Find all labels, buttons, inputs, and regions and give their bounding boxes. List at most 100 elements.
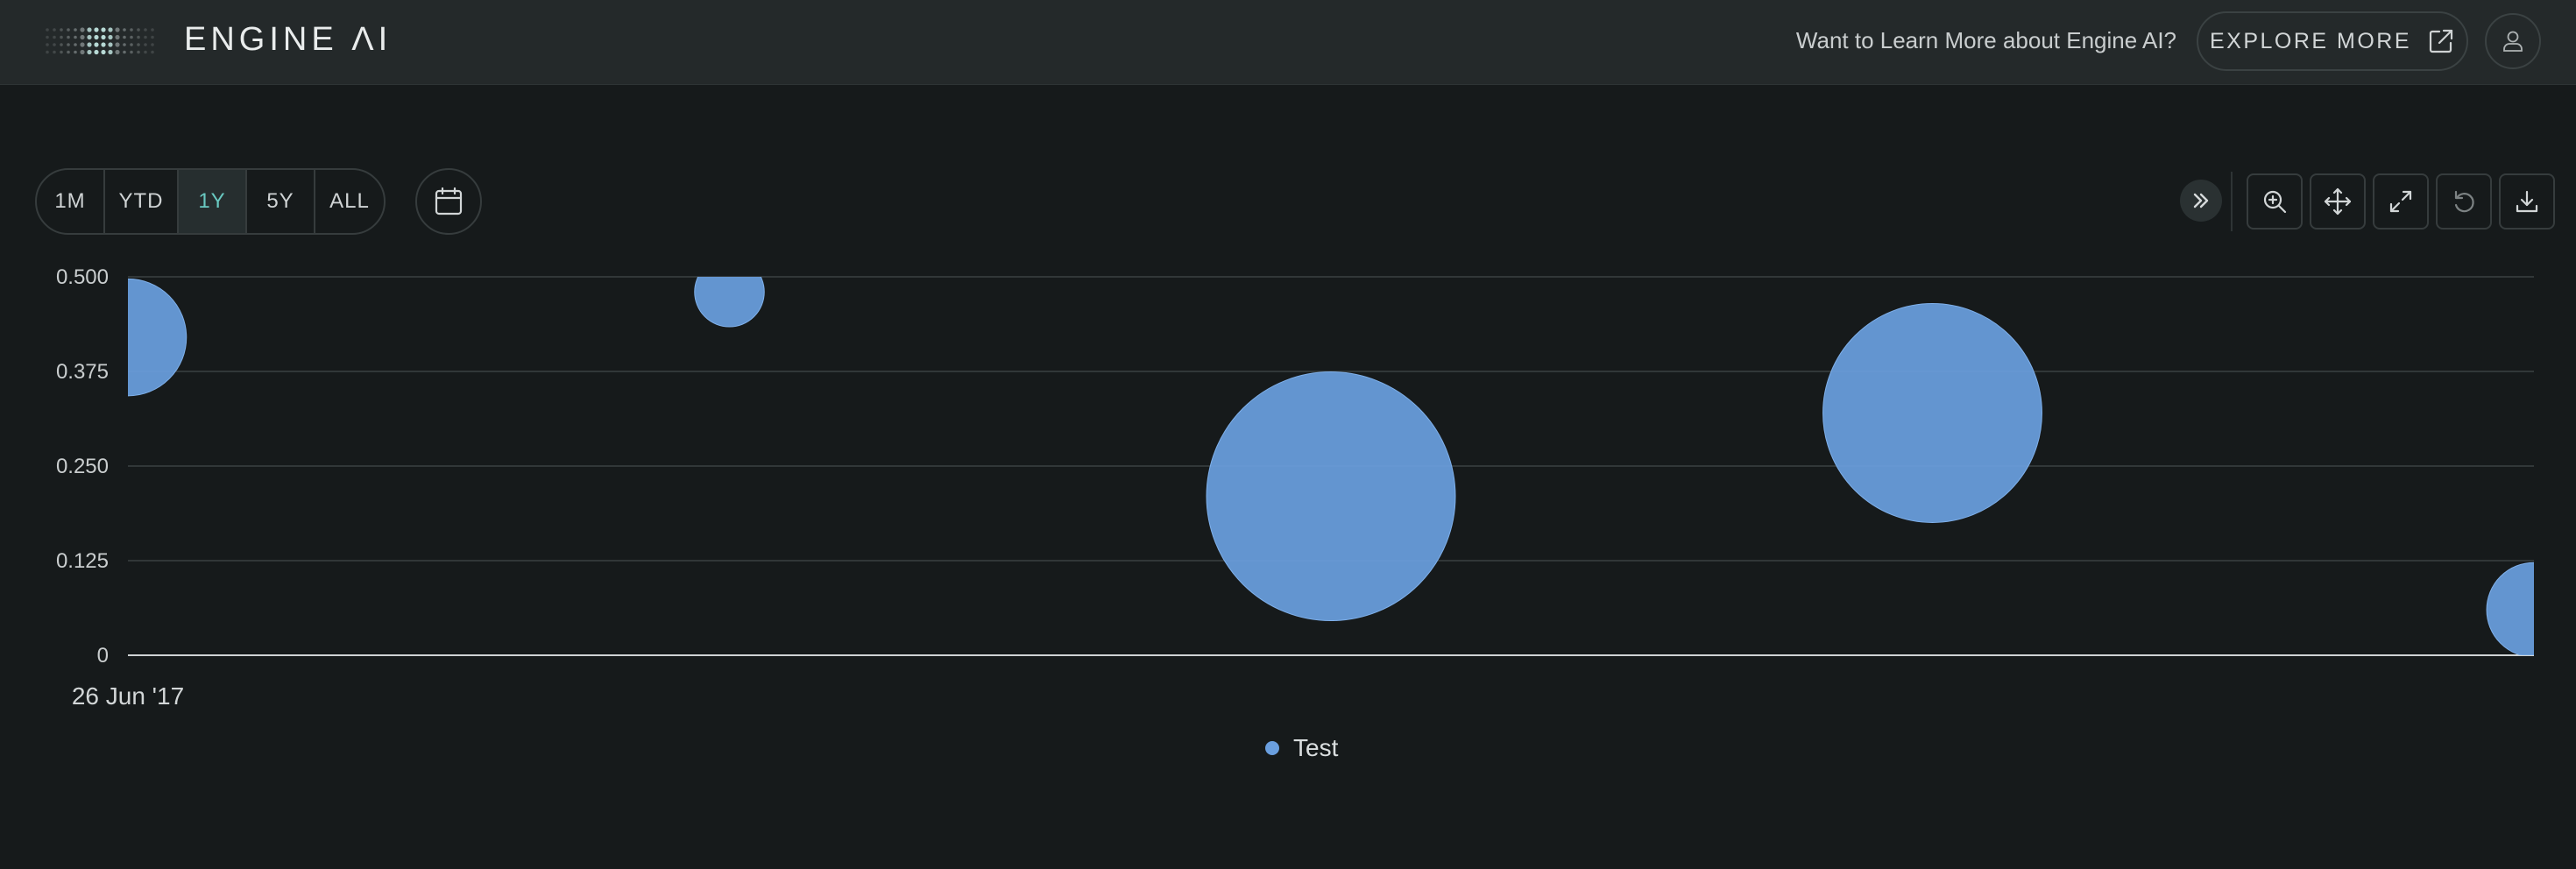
logo-dot	[115, 42, 120, 47]
logo-dot	[74, 43, 77, 46]
logo-dot	[80, 34, 85, 40]
logo-dot	[80, 27, 85, 32]
top-bar: ENGINE ΛI Want to Learn More about Engin…	[0, 0, 2576, 85]
logo-dot	[130, 43, 133, 46]
logo-dot	[87, 34, 92, 40]
logo-dot	[115, 27, 120, 32]
undo-icon	[2454, 190, 2474, 213]
logo-dot	[144, 28, 147, 32]
range-5y-button[interactable]: 5Y	[247, 170, 315, 233]
logo-dot	[151, 35, 154, 39]
data-bubble[interactable]	[2486, 562, 2576, 657]
logo-dot	[123, 35, 126, 39]
logo-dot	[53, 35, 56, 39]
legend-label-test: Test	[1293, 734, 1339, 761]
logo-dot	[46, 28, 49, 32]
logo-dot	[137, 43, 140, 46]
move-icon	[2324, 187, 2352, 215]
logo-dot	[108, 27, 113, 32]
y-tick-label: 0.125	[56, 549, 109, 573]
logo-dot	[151, 43, 154, 46]
logo-dot	[115, 34, 120, 40]
calendar-icon	[435, 187, 463, 215]
logo-dot	[101, 49, 106, 55]
logo-dot	[137, 50, 140, 54]
logo-dot	[87, 27, 92, 32]
logo-dot	[108, 42, 113, 47]
logo-dot	[108, 34, 113, 40]
logo-dot	[53, 28, 56, 32]
x-tick-label: 26 Jun '17	[72, 682, 184, 710]
learn-more-text: Want to Learn More about Engine AI?	[1795, 27, 2176, 53]
logo-dot	[74, 50, 77, 54]
toolbar-divider	[2231, 172, 2233, 231]
zoom-in-icon	[2263, 190, 2287, 214]
time-range-selector: 1M YTD 1Y 5Y ALL	[35, 168, 386, 235]
logo-dot	[123, 28, 126, 32]
logo-dot	[53, 50, 56, 54]
chart-legend[interactable]: Test	[1265, 734, 1338, 762]
range-ytd-button[interactable]: YTD	[105, 170, 179, 233]
logo-dot	[137, 35, 140, 39]
expand-toolbar-button[interactable]	[2180, 180, 2222, 222]
logo-dot	[101, 27, 106, 32]
logo-dot	[67, 50, 70, 54]
range-all-button[interactable]: ALL	[315, 170, 384, 233]
logo-dot	[60, 35, 63, 39]
logo-dot	[94, 42, 99, 47]
logo-dot	[60, 28, 63, 32]
reset-button[interactable]	[2436, 173, 2492, 230]
logo-dot	[108, 49, 113, 55]
download-icon	[2516, 190, 2538, 213]
logo-dot	[130, 28, 133, 32]
y-tick-label: 0.250	[56, 455, 109, 478]
legend-dot-test	[1265, 741, 1279, 755]
logo-dot	[94, 49, 99, 55]
logo-dot	[46, 50, 49, 54]
logo-dot	[123, 50, 126, 54]
logo-dot	[74, 35, 77, 39]
data-bubble[interactable]	[1822, 303, 2042, 523]
logo-dot	[67, 28, 70, 32]
logo-dot	[130, 50, 133, 54]
logo-dot	[151, 28, 154, 32]
logo-dot	[101, 42, 106, 47]
logo-dot	[94, 34, 99, 40]
data-bubble[interactable]	[1206, 371, 1456, 622]
logo-dot	[46, 35, 49, 39]
bubble-series	[128, 258, 2576, 657]
logo-dot	[87, 42, 92, 47]
user-avatar-button[interactable]	[2485, 13, 2541, 69]
logo-dot	[67, 35, 70, 39]
logo-dots-icon	[46, 27, 154, 55]
bubble-chart: 0.500 0.375 0.250 0.125 0 26 Jun '17	[56, 258, 2576, 710]
logo-dot	[60, 43, 63, 46]
logo-dot	[130, 35, 133, 39]
logo-dot	[144, 43, 147, 46]
logo-dot	[80, 49, 85, 55]
expand-diagonal-icon	[2389, 190, 2412, 213]
zoom-button[interactable]	[2247, 173, 2303, 230]
logo-text: ENGINE ΛI	[184, 21, 393, 58]
y-tick-label: 0	[97, 644, 109, 668]
explore-more-button[interactable]: EXPLORE MORE	[2197, 11, 2468, 71]
logo-dot	[115, 49, 120, 55]
range-1m-button[interactable]: 1M	[37, 170, 105, 233]
logo-dot	[144, 50, 147, 54]
logo-dot	[151, 50, 154, 54]
logo-dot	[101, 34, 106, 40]
date-picker-button[interactable]	[415, 168, 482, 235]
logo-dot	[137, 28, 140, 32]
logo-dot	[46, 43, 49, 46]
logo-dot	[80, 42, 85, 47]
external-link-icon	[2429, 29, 2453, 53]
logo-dot	[53, 43, 56, 46]
pan-button[interactable]	[2310, 173, 2366, 230]
logo-dot	[67, 43, 70, 46]
download-button[interactable]	[2499, 173, 2555, 230]
logo-dot	[74, 28, 77, 32]
fullscreen-button[interactable]	[2373, 173, 2429, 230]
data-bubble[interactable]	[694, 258, 765, 328]
range-1y-button[interactable]: 1Y	[179, 170, 247, 233]
logo-dot	[87, 49, 92, 55]
